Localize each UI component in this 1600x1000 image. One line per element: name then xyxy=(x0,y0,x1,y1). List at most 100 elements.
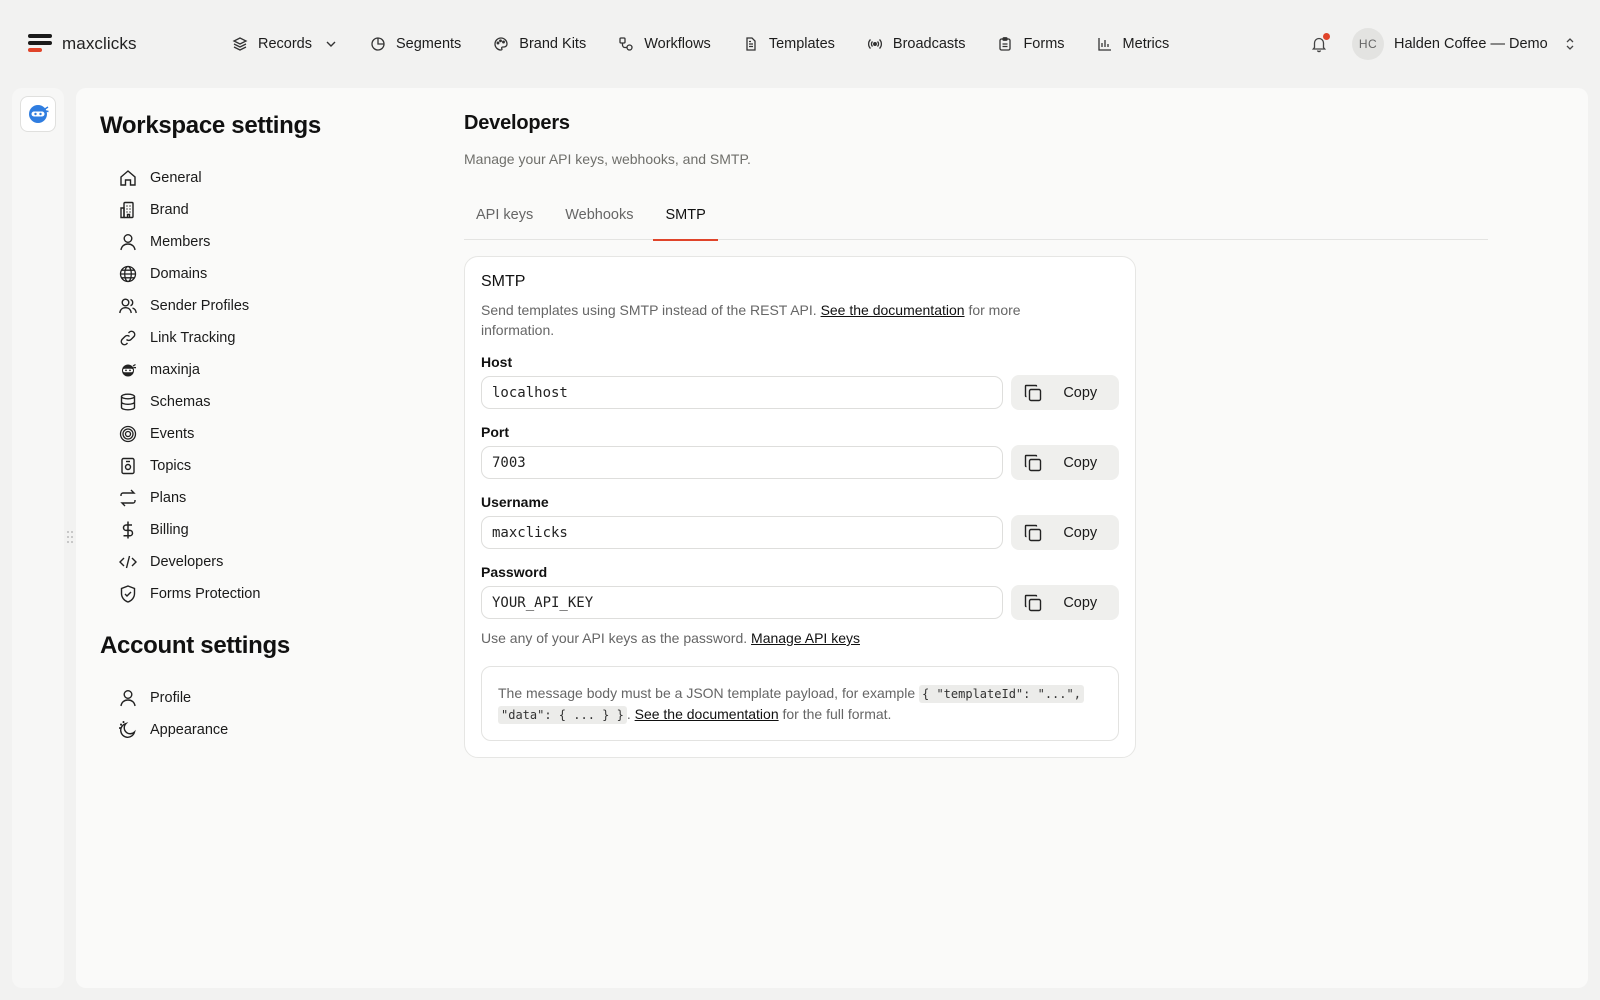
sidebar-item-topics[interactable]: Topics xyxy=(100,450,370,482)
logo-mark-icon xyxy=(28,34,52,54)
password-input[interactable]: YOUR_API_KEY xyxy=(481,586,1004,619)
target-icon xyxy=(119,425,137,443)
home-icon xyxy=(120,170,136,186)
sidebar-item-events[interactable]: Events xyxy=(100,418,370,450)
tab-smtp[interactable]: SMTP xyxy=(653,205,719,241)
top-navigation-bar: maxclicks Records Segments Brand Kits Wo… xyxy=(0,0,1600,88)
app-logo[interactable]: maxclicks xyxy=(28,34,137,54)
password-hint: Use any of your API keys as the password… xyxy=(481,630,1119,646)
chevron-down-icon xyxy=(326,41,336,47)
copy-username-button[interactable]: Copy xyxy=(1011,515,1119,550)
nav-templates-label: Templates xyxy=(768,36,835,52)
notice-docs-link[interactable]: See the documentation xyxy=(635,706,779,722)
sidebar-item-maxinja[interactable]: maxinja xyxy=(100,354,370,386)
nav-records[interactable]: Records xyxy=(232,36,338,52)
sidebar-item-general[interactable]: General xyxy=(100,162,370,194)
sidebar-item-domains[interactable]: Domains xyxy=(100,258,370,290)
account-settings-list: Profile Appearance xyxy=(100,682,370,746)
sidebar-item-label: Topics xyxy=(150,458,192,474)
sidebar-item-billing[interactable]: Billing xyxy=(100,514,370,546)
username-label: Username xyxy=(481,494,549,510)
manage-api-keys-link[interactable]: Manage API keys xyxy=(751,630,860,646)
resize-handle-icon[interactable] xyxy=(66,530,74,544)
notice-suffix: for the full format. xyxy=(782,706,892,722)
layers-icon xyxy=(232,37,248,51)
sidebar-item-link-tracking[interactable]: Link Tracking xyxy=(100,322,370,354)
copy-label: Copy xyxy=(1063,384,1098,401)
nav-brand-kits-label: Brand Kits xyxy=(519,36,587,52)
account-name: Halden Coffee — Demo xyxy=(1394,36,1548,52)
nav-segments-label: Segments xyxy=(396,36,462,52)
building-icon xyxy=(120,201,134,219)
nav-workflows[interactable]: Workflows xyxy=(618,36,711,52)
sidebar-item-brand[interactable]: Brand xyxy=(100,194,370,226)
sidebar-item-label: Developers xyxy=(150,554,224,570)
sidebar-item-label: Events xyxy=(150,426,195,442)
host-field: Host localhost Copy xyxy=(481,354,1119,410)
notice-code-snippet-cont: "data": { ... } } xyxy=(498,706,627,724)
nav-metrics-label: Metrics xyxy=(1122,36,1170,52)
port-field: Port 7003 Copy xyxy=(481,424,1119,480)
tab-webhooks[interactable]: Webhooks xyxy=(553,205,645,240)
copy-label: Copy xyxy=(1063,594,1098,611)
copy-icon xyxy=(1025,384,1042,401)
sidebar-item-sender-profiles[interactable]: Sender Profiles xyxy=(100,290,370,322)
notifications-button[interactable] xyxy=(1310,33,1330,53)
sidebar-item-developers[interactable]: Developers xyxy=(100,546,370,578)
payload-notice: The message body must be a JSON template… xyxy=(481,666,1119,741)
sidebar-item-plans[interactable]: Plans xyxy=(100,482,370,514)
sidebar-item-schemas[interactable]: Schemas xyxy=(100,386,370,418)
copy-password-button[interactable]: Copy xyxy=(1011,585,1119,620)
chevron-up-down-icon xyxy=(1566,38,1574,50)
workspace-settings-heading: Workspace settings xyxy=(100,112,321,139)
copy-port-button[interactable]: Copy xyxy=(1011,445,1119,480)
notice-code-snippet: { "templateId": "...", xyxy=(919,685,1084,703)
nav-forms[interactable]: Forms xyxy=(997,36,1065,52)
sidebar-item-label: Sender Profiles xyxy=(150,298,250,314)
copy-icon xyxy=(1025,524,1042,541)
sidebar-item-label: Members xyxy=(150,234,211,250)
developers-content: Developers Manage your API keys, webhook… xyxy=(464,112,1488,758)
notification-dot xyxy=(1323,33,1330,40)
ninja-bot-icon xyxy=(29,105,49,123)
sidebar-item-members[interactable]: Members xyxy=(100,226,370,258)
sidebar-item-forms-protection[interactable]: Forms Protection xyxy=(100,578,370,610)
maxinja-assistant-button[interactable] xyxy=(20,96,56,132)
account-settings-heading: Account settings xyxy=(100,632,290,659)
smtp-card-title: SMTP xyxy=(481,273,526,290)
sidebar-item-profile[interactable]: Profile xyxy=(100,682,370,714)
shield-check-icon xyxy=(120,585,136,603)
moon-icon xyxy=(119,721,136,738)
users-icon xyxy=(119,298,137,314)
user-icon xyxy=(120,234,136,251)
main-nav: Records Segments Brand Kits Workflows Te… xyxy=(232,30,1201,58)
logo-text: maxclicks xyxy=(62,34,137,53)
nav-broadcasts[interactable]: Broadcasts xyxy=(867,36,965,52)
nav-brand-kits[interactable]: Brand Kits xyxy=(493,36,586,52)
port-input[interactable]: 7003 xyxy=(481,446,1004,479)
tab-api-keys[interactable]: API keys xyxy=(464,205,545,240)
username-input[interactable]: maxclicks xyxy=(481,516,1004,549)
account-switcher[interactable]: HC Halden Coffee — Demo xyxy=(1352,28,1576,60)
nav-segments[interactable]: Segments xyxy=(370,36,461,52)
pie-chart-icon xyxy=(371,37,385,51)
nav-records-label: Records xyxy=(258,36,312,52)
copy-host-button[interactable]: Copy xyxy=(1011,375,1119,410)
nav-metrics[interactable]: Metrics xyxy=(1097,36,1170,52)
link-icon xyxy=(120,330,136,346)
sidebar-item-label: Appearance xyxy=(150,722,229,738)
username-field: Username maxclicks Copy xyxy=(481,494,1119,550)
sidebar-item-label: Plans xyxy=(150,490,187,506)
copy-label: Copy xyxy=(1063,454,1098,471)
sidebar-item-label: Profile xyxy=(150,690,192,706)
workflow-icon xyxy=(619,37,633,51)
host-input[interactable]: localhost xyxy=(481,376,1004,409)
page-subtitle: Manage your API keys, webhooks, and SMTP… xyxy=(464,151,751,167)
sidebar-item-appearance[interactable]: Appearance xyxy=(100,714,370,746)
password-label: Password xyxy=(481,564,548,580)
nav-templates[interactable]: Templates xyxy=(743,36,835,52)
smtp-docs-link[interactable]: See the documentation xyxy=(821,302,965,318)
code-icon xyxy=(119,555,137,569)
sidebar-item-label: Link Tracking xyxy=(150,330,236,346)
developer-tabs: API keys Webhooks SMTP xyxy=(464,205,1488,241)
